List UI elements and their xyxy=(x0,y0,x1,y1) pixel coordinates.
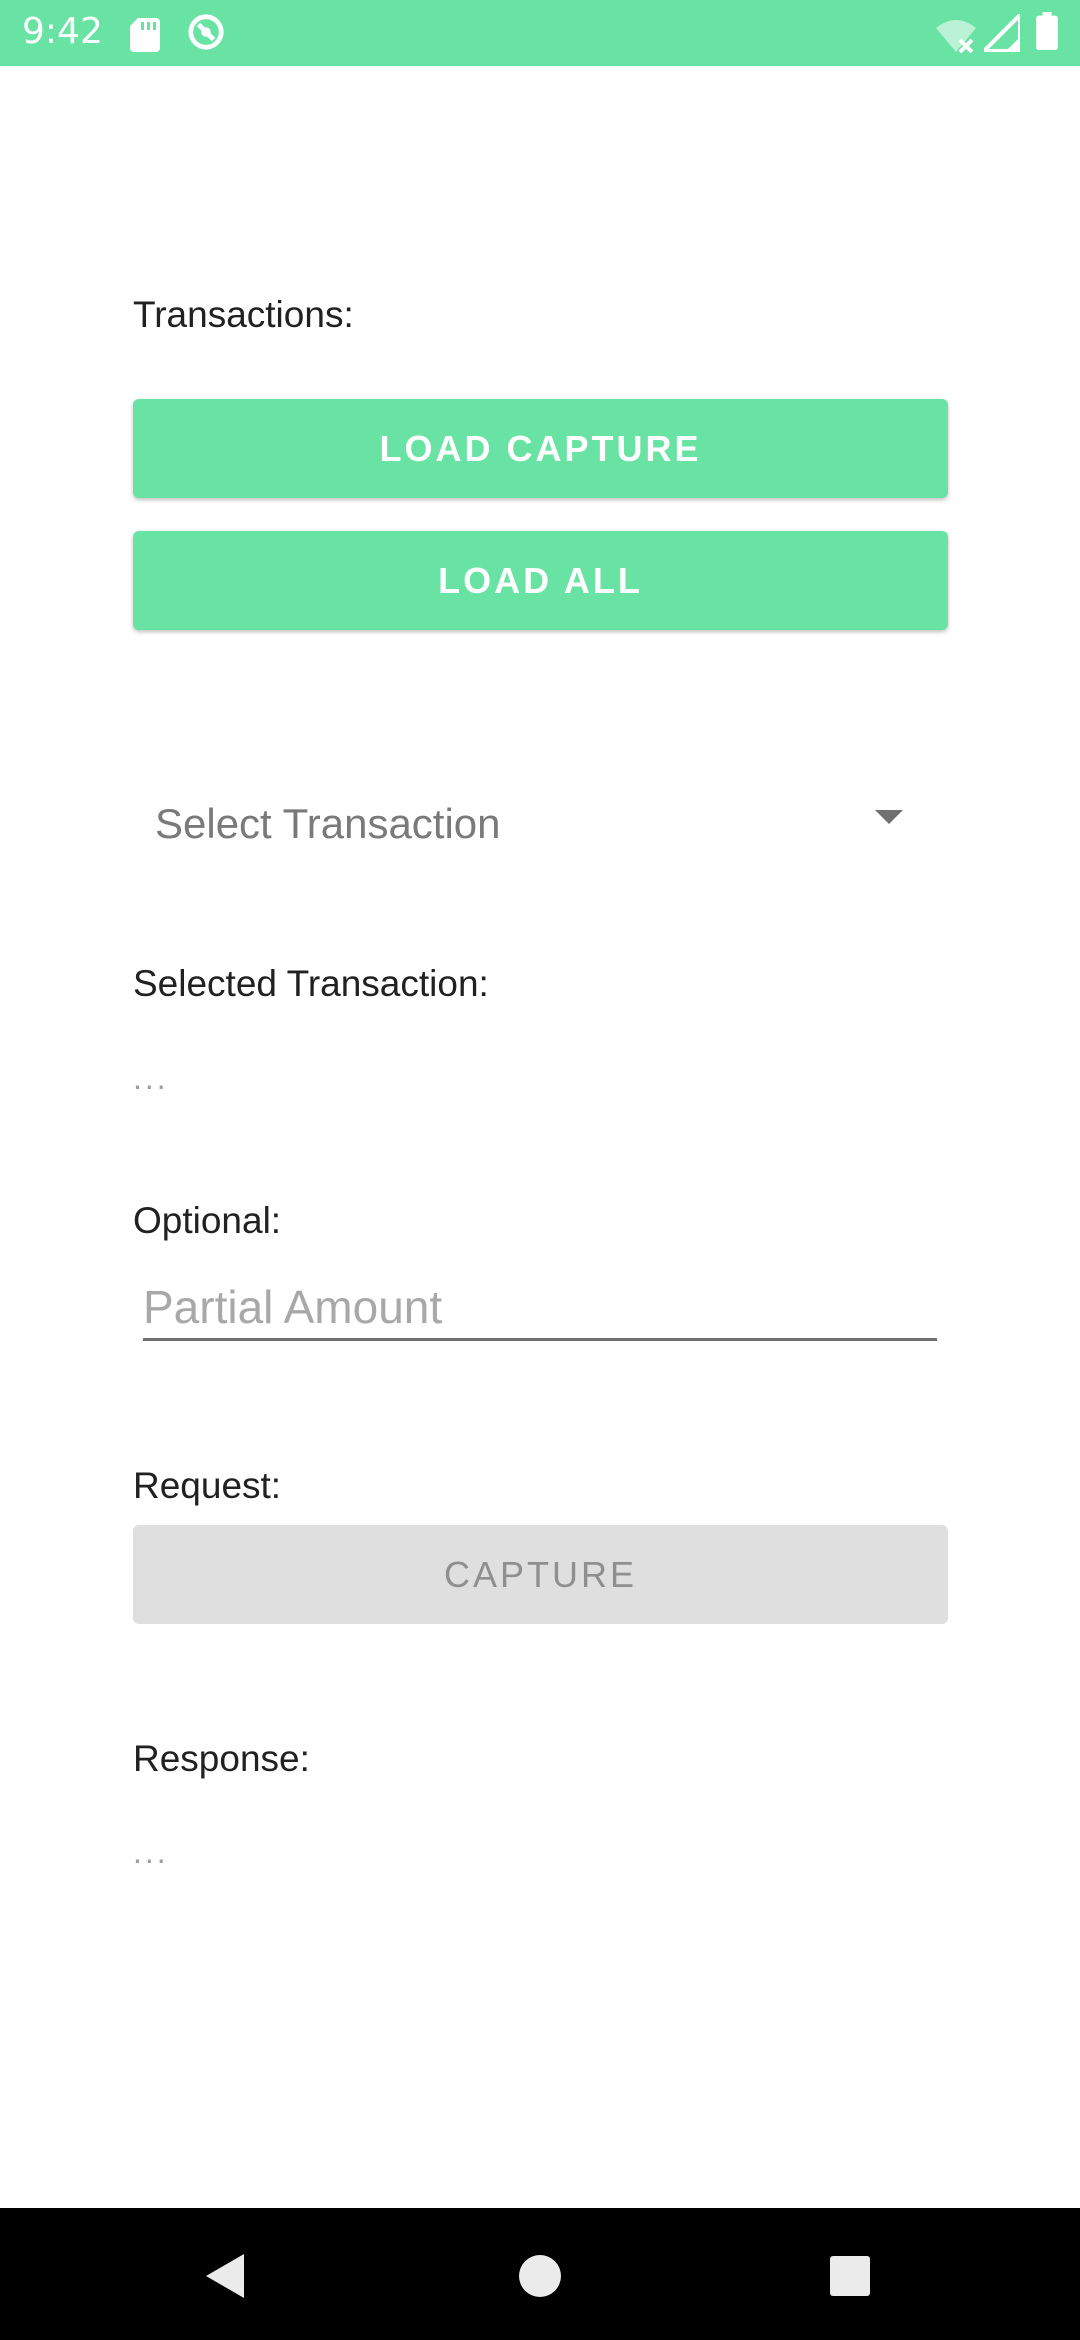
request-label: Request: xyxy=(133,1465,282,1506)
navigation-bar xyxy=(0,2208,1080,2340)
transaction-dropdown[interactable]: Select Transaction xyxy=(133,766,933,876)
optional-label: Optional: xyxy=(133,1200,282,1241)
partial-amount-placeholder: Partial Amount xyxy=(143,1281,443,1333)
status-bar: 9:42 xyxy=(0,0,1080,66)
selected-transaction-value: ... xyxy=(133,1060,169,1096)
status-time: 9:42 xyxy=(22,11,103,52)
transactions-label: Transactions: xyxy=(133,294,354,335)
signal-icon xyxy=(984,14,1020,52)
home-icon[interactable] xyxy=(519,2255,561,2297)
recents-icon[interactable] xyxy=(830,2256,870,2296)
response-label: Response: xyxy=(133,1738,310,1779)
back-icon[interactable] xyxy=(206,2254,244,2298)
sync-icon xyxy=(188,14,224,50)
load-all-button[interactable]: LOAD ALL xyxy=(133,531,948,630)
sd-card-icon xyxy=(130,18,160,52)
capture-button[interactable]: CAPTURE xyxy=(133,1525,948,1624)
battery-icon xyxy=(1036,12,1058,50)
partial-amount-field[interactable]: Partial Amount xyxy=(143,1266,937,1341)
capture-screen: Transactions: LOAD CAPTURE LOAD ALL Sele… xyxy=(0,66,1080,2208)
selected-transaction-label: Selected Transaction: xyxy=(133,963,489,1004)
dropdown-arrow-icon xyxy=(875,810,903,824)
response-value: ... xyxy=(133,1834,169,1870)
transaction-dropdown-placeholder: Select Transaction xyxy=(155,800,501,847)
wifi-off-icon xyxy=(936,20,976,54)
load-capture-button[interactable]: LOAD CAPTURE xyxy=(133,399,948,498)
